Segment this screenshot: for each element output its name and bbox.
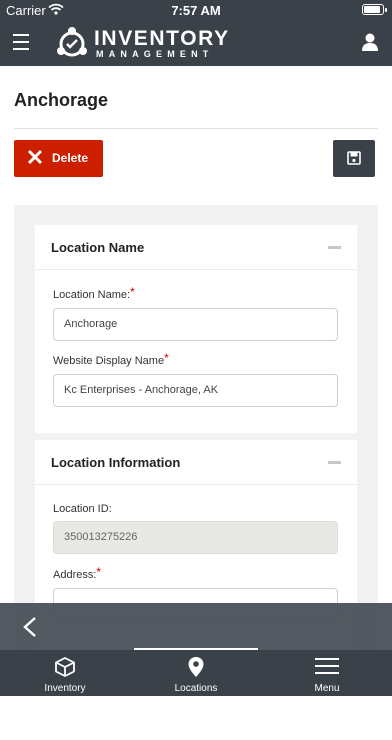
logo-mark-icon [57, 27, 87, 57]
box-icon [55, 656, 75, 678]
map-pin-icon [188, 657, 204, 677]
title-divider [14, 128, 378, 129]
website-display-name-input[interactable]: Kc Enterprises - Anchorage, AK [53, 374, 338, 407]
delete-button[interactable]: Delete [14, 140, 103, 177]
tab-menu[interactable]: Menu [262, 650, 392, 696]
tab-menu-label: Menu [314, 683, 340, 694]
location-information-card-title: Location Information [51, 455, 181, 470]
status-bar: Carrier 7:57 AM [0, 0, 392, 20]
tab-locations[interactable]: Locations [131, 648, 261, 696]
collapse-icon[interactable] [328, 246, 341, 249]
location-name-card: Location Name Location Name:* Anchorage … [35, 225, 357, 433]
status-time: 7:57 AM [171, 3, 221, 18]
bottom-tab-bar: Inventory Locations Menu [0, 648, 392, 696]
logo-text-primary: INVENTORY [94, 27, 230, 50]
required-marker: * [164, 351, 169, 365]
app-logo: INVENTORY MANAGEMENT [54, 26, 244, 62]
collapse-icon[interactable] [328, 461, 341, 464]
navigation-overlay-bar [0, 603, 392, 650]
required-marker: * [96, 565, 102, 579]
hamburger-menu-icon[interactable] [13, 34, 29, 50]
tab-inventory-label: Inventory [44, 683, 86, 694]
close-icon [27, 149, 43, 165]
floppy-disk-icon [347, 151, 361, 165]
user-profile-icon[interactable] [360, 32, 380, 52]
menu-icon [315, 658, 339, 674]
location-name-input[interactable]: Anchorage [53, 308, 338, 341]
location-name-card-title: Location Name [51, 240, 145, 255]
website-display-name-label: Website Display Name* [53, 351, 169, 367]
required-marker: * [130, 285, 135, 299]
location-id-input: 350013275226 [53, 521, 338, 554]
location-name-label: Location Name:* [53, 285, 135, 301]
logo-text-secondary: MANAGEMENT [96, 49, 214, 59]
delete-button-label: Delete [52, 151, 89, 165]
address-label: Address:* [53, 565, 102, 581]
app-header: INVENTORY MANAGEMENT [0, 20, 392, 66]
location-name-card-header[interactable]: Location Name [35, 225, 357, 270]
active-tab-indicator [134, 648, 258, 650]
save-button[interactable] [333, 140, 375, 177]
tab-inventory[interactable]: Inventory [0, 650, 130, 696]
back-arrow-icon[interactable] [22, 616, 38, 638]
battery-icon [362, 4, 387, 15]
location-id-label: Location ID: [53, 503, 112, 515]
tab-locations-label: Locations [174, 683, 218, 694]
location-information-card-header[interactable]: Location Information [35, 440, 357, 485]
page-title: Anchorage [14, 90, 109, 110]
